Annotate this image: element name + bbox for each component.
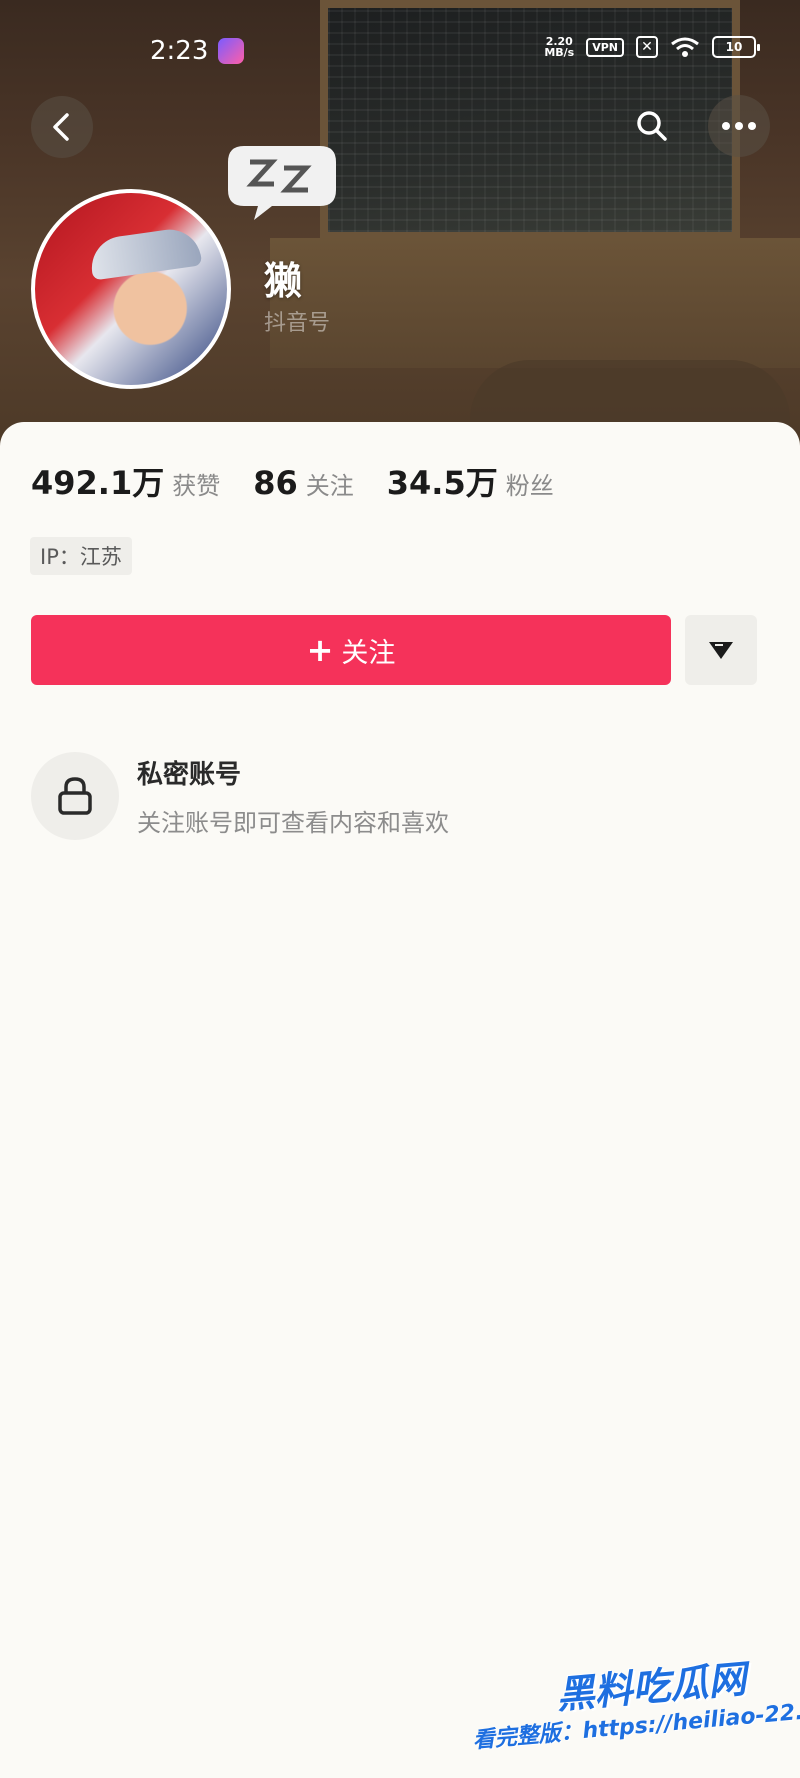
stat-likes-label: 获赞 [172, 472, 221, 500]
vpn-icon: VPN [586, 37, 624, 57]
wifi-icon [671, 37, 699, 57]
ip-location-tag: IP：江苏 [30, 537, 132, 575]
follow-button[interactable]: + 关注 [31, 615, 671, 685]
follow-button-label: 关注 [341, 637, 396, 669]
back-button[interactable] [31, 96, 93, 158]
search-icon [637, 111, 667, 141]
avatar[interactable] [31, 189, 231, 389]
private-account-title: 私密账号 [137, 760, 242, 790]
status-indicators: 2.20 MB/s VPN ✕ 10 [544, 36, 760, 58]
lock-icon-container [31, 752, 119, 840]
plus-icon: + [306, 631, 334, 669]
stat-following-value: 86 [253, 464, 298, 502]
stat-following-label: 关注 [305, 472, 354, 500]
search-button[interactable] [621, 95, 683, 157]
private-account-text: 私密账号 关注账号即可查看内容和喜欢 [137, 754, 449, 838]
recommend-dropdown-button[interactable] [685, 615, 757, 685]
network-speed-unit: MB/s [544, 46, 575, 59]
chevron-left-icon [53, 113, 69, 141]
sleeping-zz-bubble-icon [228, 146, 336, 220]
stat-followers[interactable]: 34.5万 粉丝 [387, 458, 554, 504]
status-time: 2:23 [150, 36, 209, 66]
profile-stats: 492.1万 获赞 86 关注 34.5万 粉丝 [31, 458, 587, 504]
stat-followers-value: 34.5万 [386, 464, 498, 502]
stat-likes[interactable]: 492.1万 获赞 [31, 458, 220, 504]
private-account-notice: 私密账号 关注账号即可查看内容和喜欢 [31, 752, 449, 840]
battery-icon: 10 [712, 36, 760, 58]
more-options-button[interactable] [708, 95, 770, 157]
private-account-description: 关注账号即可查看内容和喜欢 [137, 809, 449, 837]
stat-likes-value: 492.1万 [31, 464, 165, 502]
triangle-down-icon [709, 642, 733, 659]
douyin-id[interactable]: 抖音号 [264, 305, 330, 337]
lock-icon [58, 777, 92, 815]
more-horizontal-icon [722, 122, 756, 130]
username: 獭 [264, 259, 303, 303]
notification-app-icon [218, 38, 244, 64]
battery-level: 10 [725, 40, 743, 54]
background-wall-image [270, 238, 800, 368]
network-speed: 2.20 MB/s [544, 36, 574, 58]
stat-following[interactable]: 86 关注 [253, 464, 354, 502]
no-sim-icon: ✕ [636, 36, 658, 58]
stat-followers-label: 粉丝 [505, 472, 554, 500]
